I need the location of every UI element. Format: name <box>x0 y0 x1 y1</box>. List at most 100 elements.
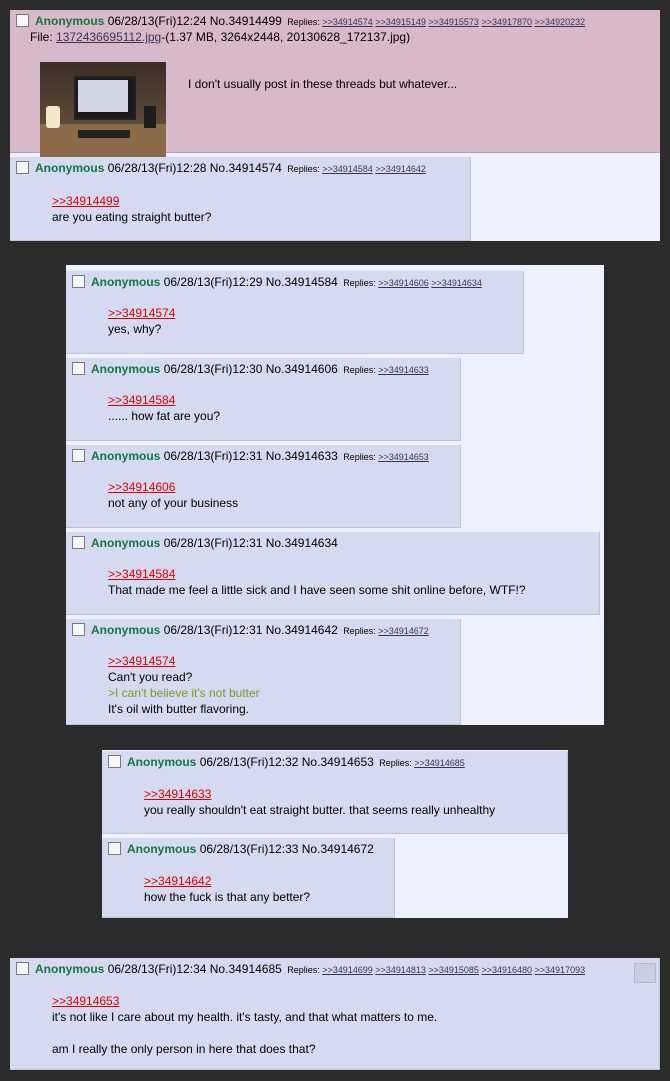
post-checkbox[interactable] <box>72 275 85 288</box>
post-header: Anonymous 06/28/13(Fri)12:28 No.34914574… <box>16 161 426 177</box>
reply-link[interactable]: >>34917870 <box>481 17 532 27</box>
post-header: Anonymous 06/28/13(Fri)12:32 No.34914653… <box>108 755 465 771</box>
post-number[interactable]: No.34914672 <box>302 842 374 856</box>
post-header: Anonymous 06/28/13(Fri)12:31 No.34914633… <box>72 449 429 465</box>
poster-name: Anonymous <box>91 275 161 289</box>
reply-link[interactable]: >>34914685 <box>414 758 465 768</box>
quote-link[interactable]: >>34914499 <box>52 193 211 209</box>
post-checkbox[interactable] <box>108 842 121 855</box>
post-message: >>34914584 That made me feel a little si… <box>108 566 526 597</box>
post-date: 06/28/13(Fri)12:24 <box>107 14 207 28</box>
quote-link[interactable]: >>34914653 <box>52 993 437 1009</box>
post-checkbox[interactable] <box>72 536 85 549</box>
post-header: Anonymous 06/28/13(Fri)12:29 No.34914584… <box>72 275 482 291</box>
post-checkbox[interactable] <box>16 14 29 27</box>
post-message: >>34914574 Can't you read? >I can't beli… <box>108 653 260 716</box>
post-number[interactable]: No.34914499 <box>210 14 282 28</box>
post-date: 06/28/13(Fri)12:28 <box>107 161 207 175</box>
poster-name: Anonymous <box>127 755 197 769</box>
quote-link[interactable]: >>34914642 <box>144 873 310 889</box>
post-message: >>34914642 how the fuck is that any bett… <box>144 873 311 904</box>
reply-link[interactable]: >>34916480 <box>481 965 532 975</box>
post-message: >>34914499 are you eating straight butte… <box>52 193 212 224</box>
quote-link[interactable]: >>34914584 <box>108 392 220 408</box>
reply-link[interactable]: >>34915085 <box>428 965 479 975</box>
poster-name: Anonymous <box>91 362 161 376</box>
post-checkbox[interactable] <box>16 161 29 174</box>
post-number[interactable]: No.34914634 <box>266 536 338 550</box>
overlay-icon[interactable] <box>634 963 656 983</box>
post-date: 06/28/13(Fri)12:31 <box>163 449 263 463</box>
post-image-thumbnail[interactable] <box>40 62 166 157</box>
reply-link[interactable]: >>34914574 <box>322 17 373 27</box>
greentext: >I can't believe it's not butter <box>108 686 260 700</box>
poster-name: Anonymous <box>91 623 161 637</box>
replies-list: Replies: >>34914685 <box>379 758 465 768</box>
quote-link[interactable]: >>34914584 <box>108 566 526 582</box>
poster-name: Anonymous <box>35 161 105 175</box>
post-message: >>34914574 yes, why? <box>108 305 176 336</box>
quote-link[interactable]: >>34914574 <box>108 305 175 321</box>
reply-link[interactable]: >>34917093 <box>535 965 586 975</box>
poster-name: Anonymous <box>91 449 161 463</box>
post-message: >>34914584 ...... how fat are you? <box>108 392 221 423</box>
quote-link[interactable]: >>34914633 <box>144 786 495 802</box>
replies-list: Replies: >>34914574 >>34915149 >>3491557… <box>287 17 586 27</box>
reply-post: Anonymous 06/28/13(Fri)12:30 No.34914606… <box>66 358 461 441</box>
reply-post: Anonymous 06/28/13(Fri)12:29 No.34914584… <box>66 271 524 354</box>
replies-list: Replies: >>34914699 >>34914813 >>3491508… <box>287 965 586 975</box>
post-date: 06/28/13(Fri)12:32 <box>199 755 299 769</box>
post-date: 06/28/13(Fri)12:31 <box>163 623 263 637</box>
reply-post: Anonymous 06/28/13(Fri)12:34 No.34914685… <box>10 958 660 1070</box>
post-header: Anonymous 06/28/13(Fri)12:24 No.34914499… <box>16 14 585 30</box>
post-checkbox[interactable] <box>16 962 29 975</box>
op-post: Anonymous 06/28/13(Fri)12:24 No.34914499… <box>10 10 660 157</box>
poster-name: Anonymous <box>127 842 197 856</box>
file-link[interactable]: 1372436695112.jpg <box>56 30 161 44</box>
poster-name: Anonymous <box>91 536 161 550</box>
reply-link[interactable]: >>34914634 <box>431 278 482 288</box>
reply-link[interactable]: >>34914699 <box>322 965 373 975</box>
post-number[interactable]: No.34914574 <box>210 161 282 175</box>
reply-post: Anonymous 06/28/13(Fri)12:33 No.34914672… <box>102 838 395 918</box>
replies-list: Replies: >>34914633 <box>343 365 429 375</box>
post-number[interactable]: No.34914642 <box>266 623 338 637</box>
post-checkbox[interactable] <box>72 362 85 375</box>
reply-post: Anonymous 06/28/13(Fri)12:32 No.34914653… <box>102 751 568 834</box>
post-message: I don't usually post in these threads bu… <box>188 77 458 91</box>
post-date: 06/28/13(Fri)12:31 <box>163 536 263 550</box>
post-checkbox[interactable] <box>72 623 85 636</box>
post-number[interactable]: No.34914685 <box>210 962 282 976</box>
post-header: Anonymous 06/28/13(Fri)12:31 No.34914642… <box>72 623 429 639</box>
reply-link[interactable]: >>34915573 <box>428 17 479 27</box>
quote-link[interactable]: >>34914606 <box>108 479 238 495</box>
post-checkbox[interactable] <box>72 449 85 462</box>
post-checkbox[interactable] <box>108 755 121 768</box>
post-date: 06/28/13(Fri)12:34 <box>107 962 207 976</box>
reply-link[interactable]: >>34914606 <box>378 278 429 288</box>
reply-link[interactable]: >>34914813 <box>375 965 426 975</box>
post-header: Anonymous 06/28/13(Fri)12:31 No.34914634 <box>72 536 338 551</box>
post-header: Anonymous 06/28/13(Fri)12:33 No.34914672 <box>108 842 374 857</box>
post-number[interactable]: No.34914584 <box>266 275 338 289</box>
quote-link[interactable]: >>34914574 <box>108 653 260 669</box>
file-info: File: 1372436695112.jpg-(1.37 MB, 3264x2… <box>30 30 411 44</box>
reply-post: Anonymous 06/28/13(Fri)12:31 No.34914642… <box>66 619 461 725</box>
reply-link[interactable]: >>34914633 <box>378 365 429 375</box>
post-number[interactable]: No.34914606 <box>266 362 338 376</box>
replies-list: Replies: >>34914584 >>34914642 <box>287 164 426 174</box>
post-date: 06/28/13(Fri)12:33 <box>199 842 299 856</box>
reply-link[interactable]: >>34914584 <box>322 164 373 174</box>
reply-link[interactable]: >>34914653 <box>378 452 429 462</box>
post-header: Anonymous 06/28/13(Fri)12:34 No.34914685… <box>16 962 585 978</box>
reply-link[interactable]: >>34914642 <box>375 164 426 174</box>
reply-link[interactable]: >>34915149 <box>375 17 426 27</box>
post-number[interactable]: No.34914633 <box>266 449 338 463</box>
post-number[interactable]: No.34914653 <box>302 755 374 769</box>
reply-post: Anonymous 06/28/13(Fri)12:28 No.34914574… <box>10 157 471 241</box>
poster-name: Anonymous <box>35 962 105 976</box>
reply-link[interactable]: >>34914672 <box>378 626 429 636</box>
reply-link[interactable]: >>34920232 <box>535 17 586 27</box>
replies-list: Replies: >>34914653 <box>343 452 429 462</box>
poster-name: Anonymous <box>35 14 105 28</box>
